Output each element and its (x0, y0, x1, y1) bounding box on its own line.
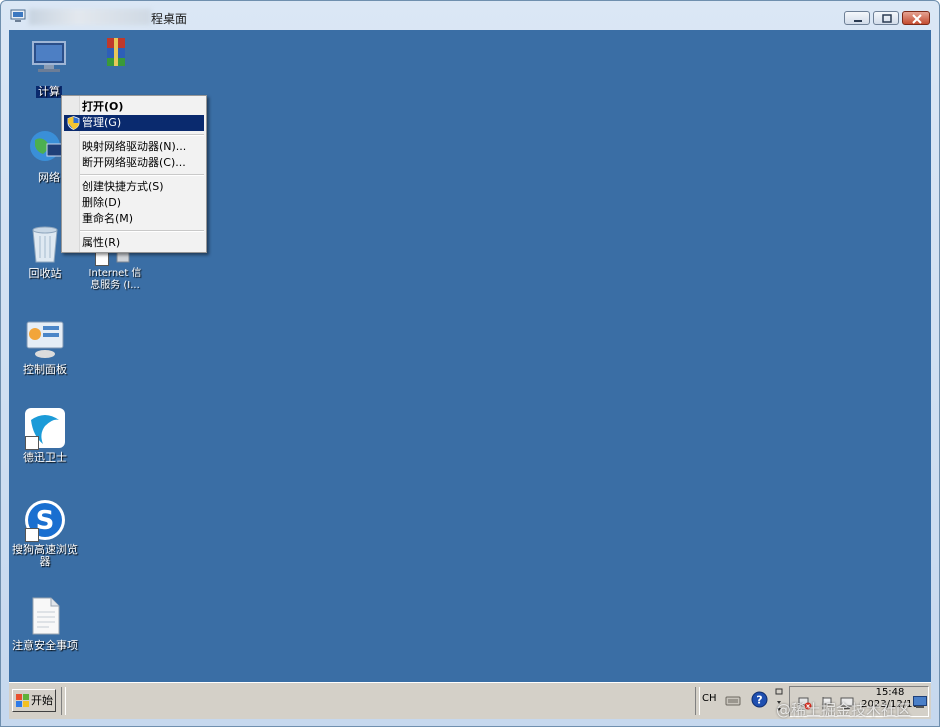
restore-button[interactable] (873, 11, 899, 25)
menu-separator (80, 230, 204, 232)
taskbar-grip[interactable] (695, 687, 700, 715)
desktop-icon-control-panel[interactable]: 控制面板 (9, 318, 83, 376)
close-button[interactable] (902, 11, 930, 25)
keyboard-icon[interactable] (725, 692, 741, 708)
desktop-icon-winrar[interactable] (77, 36, 153, 80)
document-icon (23, 594, 67, 638)
desktop-icon-label-2: 息服务 (I... (90, 280, 140, 291)
menu-separator (80, 174, 204, 176)
control-panel-icon (23, 318, 67, 362)
desktop-icon-label: 注意安全事项 (12, 639, 78, 652)
context-menu: 打开(O) 管理(G) 映射网络驱动器(N)... 断开网络驱动器(C)... … (61, 95, 207, 253)
menu-item-map-drive[interactable]: 映射网络驱动器(N)... (64, 139, 204, 155)
remote-desktop-window: 程桌面 计算 网络 回收站 Internet 信 息服务 (I... 控制面板 … (0, 0, 940, 727)
desktop-icon-label: 计算 (36, 85, 62, 98)
desktop-icon-computer[interactable]: 计算 (11, 36, 87, 99)
menu-item-properties[interactable]: 属性(R) (64, 235, 204, 251)
start-label: 开始 (31, 694, 53, 707)
menu-item-manage[interactable]: 管理(G) (64, 115, 204, 131)
minimize-icon (854, 20, 862, 22)
language-indicator[interactable]: CH (702, 693, 717, 704)
uac-shield-icon (67, 116, 80, 130)
menu-item-delete[interactable]: 删除(D) (64, 195, 204, 211)
desktop: 计算 网络 回收站 Internet 信 息服务 (I... 控制面板 德迅卫士… (9, 30, 931, 682)
desktop-icon-label: 控制面板 (23, 363, 67, 376)
menu-item-open[interactable]: 打开(O) (64, 99, 204, 115)
menu-item-rename[interactable]: 重命名(M) (64, 211, 204, 227)
desktop-icon-label: 德迅卫士 (23, 451, 67, 464)
taskbar-grip[interactable] (61, 687, 66, 715)
menu-item-manage-label: 管理(G) (82, 116, 122, 129)
sogou-icon: S (23, 498, 67, 542)
window-title: 程桌面 (151, 12, 188, 26)
help-icon[interactable]: ? (751, 691, 768, 708)
title-bar[interactable]: 程桌面 (1, 1, 939, 31)
shortcut-arrow-icon (25, 528, 39, 542)
desktop-icon-notice[interactable]: 注意安全事项 (9, 594, 83, 652)
start-button[interactable]: 开始 (12, 689, 56, 712)
title-redacted (29, 9, 151, 25)
restore-icon (882, 14, 892, 23)
svg-text:?: ? (756, 694, 762, 707)
desktop-icon-sogou[interactable]: S 搜狗高速浏览 器 (9, 498, 83, 568)
close-icon (912, 14, 922, 24)
desktop-icon-label-2: 器 (39, 555, 51, 568)
remote-desktop-icon (10, 9, 26, 22)
menu-item-create-shortcut[interactable]: 创建快捷方式(S) (64, 179, 204, 195)
shortcut-arrow-icon (25, 436, 39, 450)
dexun-icon (23, 406, 67, 450)
minimize-button[interactable] (844, 11, 870, 25)
show-desktop-icon[interactable] (913, 696, 927, 708)
desktop-icon-label-1: Internet 信 (88, 268, 142, 279)
menu-separator (80, 134, 204, 136)
winrar-icon (93, 36, 137, 80)
desktop-icon-label: 回收站 (28, 267, 62, 280)
desktop-icon-dexun[interactable]: 德迅卫士 (9, 406, 83, 464)
menu-item-disconnect-drive[interactable]: 断开网络驱动器(C)... (64, 155, 204, 171)
watermark: @稀土掘金技术社区 (776, 701, 912, 719)
shortcut-arrow-icon (95, 252, 109, 266)
windows-flag-icon (16, 694, 29, 707)
computer-icon (27, 36, 71, 80)
